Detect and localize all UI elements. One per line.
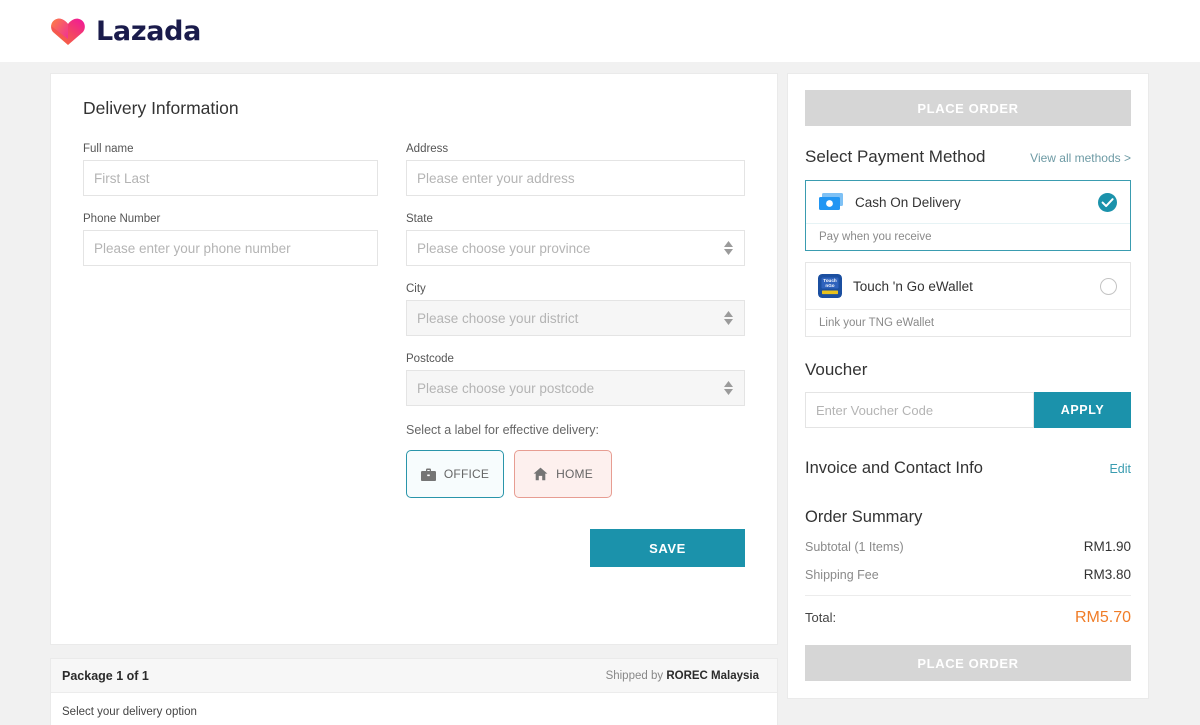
page-body: Delivery Information Full name First Las… xyxy=(0,62,1200,725)
form-column-left: Full name First Last Phone Number Please… xyxy=(83,143,378,567)
city-select[interactable]: Please choose your district xyxy=(406,300,745,336)
total-label: Total: xyxy=(805,610,836,625)
cash-on-delivery-icon xyxy=(818,192,844,212)
address-label-home-text: HOME xyxy=(556,467,593,481)
summary-row-total: Total: RM5.70 xyxy=(805,609,1131,627)
address-label-note: Select a label for effective delivery: xyxy=(406,423,745,437)
subtotal-label: Subtotal (1 Items) xyxy=(805,540,904,554)
payment-method-header: Select Payment Method View all methods > xyxy=(805,147,1131,167)
total-value: RM5.70 xyxy=(1075,609,1131,627)
payment-method-title: Select Payment Method xyxy=(805,147,985,167)
save-button[interactable]: SAVE xyxy=(590,529,745,567)
package-title: Package 1 of 1 xyxy=(62,669,149,683)
shipping-fee-label: Shipping Fee xyxy=(805,568,879,582)
state-select[interactable]: Please choose your province xyxy=(406,230,745,266)
view-all-methods-link[interactable]: View all methods > xyxy=(1030,151,1131,165)
place-order-button-top[interactable]: PLACE ORDER xyxy=(805,90,1131,126)
postcode-select-value: Please choose your postcode xyxy=(417,381,594,396)
voucher-row: Enter Voucher Code APPLY xyxy=(805,392,1131,428)
payment-method-name: Cash On Delivery xyxy=(855,195,1087,210)
voucher-code-input[interactable]: Enter Voucher Code xyxy=(805,392,1034,428)
select-arrows-icon xyxy=(724,241,733,255)
page-title: Delivery Information xyxy=(83,98,745,119)
invoice-edit-link[interactable]: Edit xyxy=(1109,462,1131,476)
payment-method-subtitle: Link your TNG eWallet xyxy=(806,309,1130,336)
select-arrows-icon xyxy=(724,311,733,325)
payment-method-row: Touch nGo Touch 'n Go eWallet xyxy=(806,263,1130,309)
payment-method-subtitle: Pay when you receive xyxy=(806,223,1130,250)
invoice-contact-title: Invoice and Contact Info xyxy=(805,459,983,478)
payment-method-name: Touch 'n Go eWallet xyxy=(853,279,1089,294)
address-input[interactable]: Please enter your address xyxy=(406,160,745,196)
postcode-label: Postcode xyxy=(406,353,745,365)
summary-row-subtotal: Subtotal (1 Items) RM1.90 xyxy=(805,539,1131,554)
shipping-fee-value: RM3.80 xyxy=(1084,567,1131,582)
postcode-select[interactable]: Please choose your postcode xyxy=(406,370,745,406)
field-state: State Please choose your province xyxy=(406,213,745,266)
shipped-by-prefix: Shipped by xyxy=(606,670,664,682)
briefcase-icon xyxy=(421,468,436,481)
phone-number-input[interactable]: Please enter your phone number xyxy=(83,230,378,266)
brand-name: Lazada xyxy=(96,16,201,47)
lazada-logo[interactable]: Lazada xyxy=(50,15,201,47)
place-order-bottom-wrap: PLACE ORDER xyxy=(805,645,1131,681)
delivery-form: Full name First Last Phone Number Please… xyxy=(83,143,745,567)
full-name-input[interactable]: First Last xyxy=(83,160,378,196)
left-column: Delivery Information Full name First Las… xyxy=(50,73,778,725)
selected-check-icon xyxy=(1098,193,1117,212)
radio-unselected-icon[interactable] xyxy=(1100,278,1117,295)
touch-n-go-icon: Touch nGo xyxy=(818,274,842,298)
voucher-title: Voucher xyxy=(805,360,1131,380)
address-label-office-button[interactable]: OFFICE xyxy=(406,450,504,498)
payment-method-row: Cash On Delivery xyxy=(806,181,1130,223)
address-label: Address xyxy=(406,143,745,155)
package-header: Package 1 of 1 Shipped by ROREC Malaysia xyxy=(51,659,777,693)
summary-row-shipping: Shipping Fee RM3.80 xyxy=(805,567,1131,582)
field-full-name: Full name First Last xyxy=(83,143,378,196)
right-column: PLACE ORDER Select Payment Method View a… xyxy=(787,73,1149,699)
invoice-contact-section: Invoice and Contact Info Edit xyxy=(805,459,1131,478)
field-postcode: Postcode Please choose your postcode xyxy=(406,353,745,406)
city-select-value: Please choose your district xyxy=(417,311,578,326)
lazada-heart-logo-icon xyxy=(50,15,86,47)
address-label-office-text: OFFICE xyxy=(444,467,489,481)
shipped-by-seller: ROREC Malaysia xyxy=(666,670,759,682)
select-arrows-icon xyxy=(724,381,733,395)
apply-voucher-button[interactable]: APPLY xyxy=(1034,392,1131,428)
address-label-buttons: OFFICE HOME xyxy=(406,450,745,498)
payment-method-cash-on-delivery[interactable]: Cash On Delivery Pay when you receive xyxy=(805,180,1131,251)
summary-divider xyxy=(805,595,1131,596)
shipped-by: Shipped by ROREC Malaysia xyxy=(606,670,759,682)
field-address: Address Please enter your address xyxy=(406,143,745,196)
state-label: State xyxy=(406,213,745,225)
order-summary-title: Order Summary xyxy=(805,508,1131,527)
package-body: Select your delivery option xyxy=(51,693,777,725)
city-label: City xyxy=(406,283,745,295)
svg-text:nGo: nGo xyxy=(825,283,834,288)
phone-number-label: Phone Number xyxy=(83,213,378,225)
site-header: Lazada xyxy=(0,0,1200,62)
order-sidebar-card: PLACE ORDER Select Payment Method View a… xyxy=(787,73,1149,699)
subtotal-value: RM1.90 xyxy=(1084,539,1131,554)
form-column-right: Address Please enter your address State … xyxy=(406,143,745,567)
save-button-row: SAVE xyxy=(406,529,745,567)
full-name-label: Full name xyxy=(83,143,378,155)
place-order-button-bottom[interactable]: PLACE ORDER xyxy=(805,645,1131,681)
field-phone-number: Phone Number Please enter your phone num… xyxy=(83,213,378,266)
package-card: Package 1 of 1 Shipped by ROREC Malaysia… xyxy=(50,658,778,725)
state-select-value: Please choose your province xyxy=(417,241,590,256)
payment-method-touch-n-go[interactable]: Touch nGo Touch 'n Go eWallet Link your … xyxy=(805,262,1131,337)
home-icon xyxy=(533,467,548,481)
address-label-home-button[interactable]: HOME xyxy=(514,450,612,498)
delivery-option-prompt: Select your delivery option xyxy=(62,706,766,718)
field-city: City Please choose your district xyxy=(406,283,745,336)
delivery-information-card: Delivery Information Full name First Las… xyxy=(50,73,778,645)
